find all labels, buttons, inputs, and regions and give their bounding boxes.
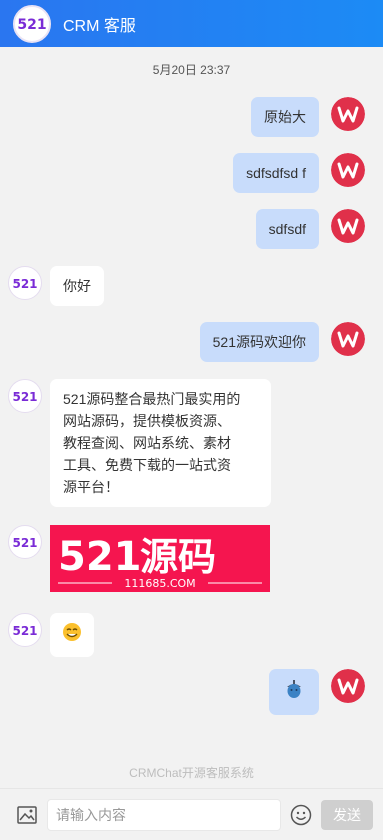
user-avatar xyxy=(331,97,365,131)
message-bubble: 521源码欢迎你 xyxy=(199,322,319,362)
acorn-emoji-icon xyxy=(287,680,301,698)
smile-emoji-icon xyxy=(63,623,81,641)
message-bubble: 521源码整合最热门最实用的 网站源码，提供模板资源、 教程查阅、网站系统、素材… xyxy=(50,379,271,507)
chat-message-received: 521 你好 xyxy=(8,266,104,306)
service-avatar: 521 xyxy=(8,525,42,559)
svg-text:521: 521 xyxy=(12,390,37,404)
message-bubble: 原始大 xyxy=(251,97,319,137)
svg-text:521: 521 xyxy=(12,536,37,550)
message-line: 工具、免费下载的一站式资 xyxy=(63,457,231,473)
message-bubble xyxy=(50,613,94,657)
chat-message-sent: 521源码欢迎你 xyxy=(199,322,365,362)
user-avatar xyxy=(331,153,365,187)
header-bar: 521 CRM 客服 xyxy=(0,0,383,47)
image-upload-icon[interactable] xyxy=(15,803,39,827)
user-avatar xyxy=(331,209,365,243)
message-bubble: sdfsdfsd f xyxy=(233,153,319,193)
powered-by-note: CRMChat开源客服系统 xyxy=(129,766,254,780)
image-message[interactable]: 521 源码 111685.COM xyxy=(50,525,270,592)
message-timestamp: 5月20日 23:37 xyxy=(152,63,231,77)
chat-message-sent: sdfsdfsd f xyxy=(233,153,365,193)
message-line: 源平台！ xyxy=(63,479,119,495)
banner-brand-text: 源码 xyxy=(140,535,216,579)
user-avatar xyxy=(331,322,365,356)
service-avatar: 521 xyxy=(8,613,42,647)
chat-message-sent: sdfsdf xyxy=(255,209,365,249)
message-line: 网站源码，提供模板资源、 xyxy=(63,413,231,429)
user-avatar xyxy=(331,669,365,703)
chat-message-sent xyxy=(269,669,365,715)
page-title: CRM 客服 xyxy=(63,17,136,35)
service-avatar: 521 xyxy=(8,379,42,413)
banner-brand-number: 521 xyxy=(58,534,142,580)
emoji-icon[interactable] xyxy=(290,804,312,826)
message-bubble: sdfsdf xyxy=(255,209,319,249)
message-input[interactable]: 请输入内容 xyxy=(47,798,281,831)
svg-text:521: 521 xyxy=(12,624,37,638)
chat-message-received: 521 xyxy=(8,613,94,657)
service-avatar: 521 xyxy=(8,266,42,300)
message-bubble xyxy=(269,669,319,715)
message-line: 521源码整合最热门最实用的 xyxy=(63,391,241,407)
chat-message-sent: 原始大 xyxy=(251,97,365,137)
message-line: 教程查阅、网站系统、素材 xyxy=(63,435,231,451)
svg-text:521: 521 xyxy=(17,17,46,33)
message-bubble: 你好 xyxy=(50,266,104,306)
banner-url: 111685.COM xyxy=(124,577,195,590)
shop-logo: 521 xyxy=(13,4,51,43)
chat-message-received: 521 521 源码 111685.COM xyxy=(8,525,270,592)
send-button[interactable]: 发送 xyxy=(321,799,373,830)
chat-message-received: 521 521源码整合最热门最实用的 网站源码，提供模板资源、 教程查阅、网站系… xyxy=(8,379,271,507)
svg-text:521: 521 xyxy=(12,277,37,291)
message-input-bar: 请输入内容 发送 xyxy=(0,788,383,840)
